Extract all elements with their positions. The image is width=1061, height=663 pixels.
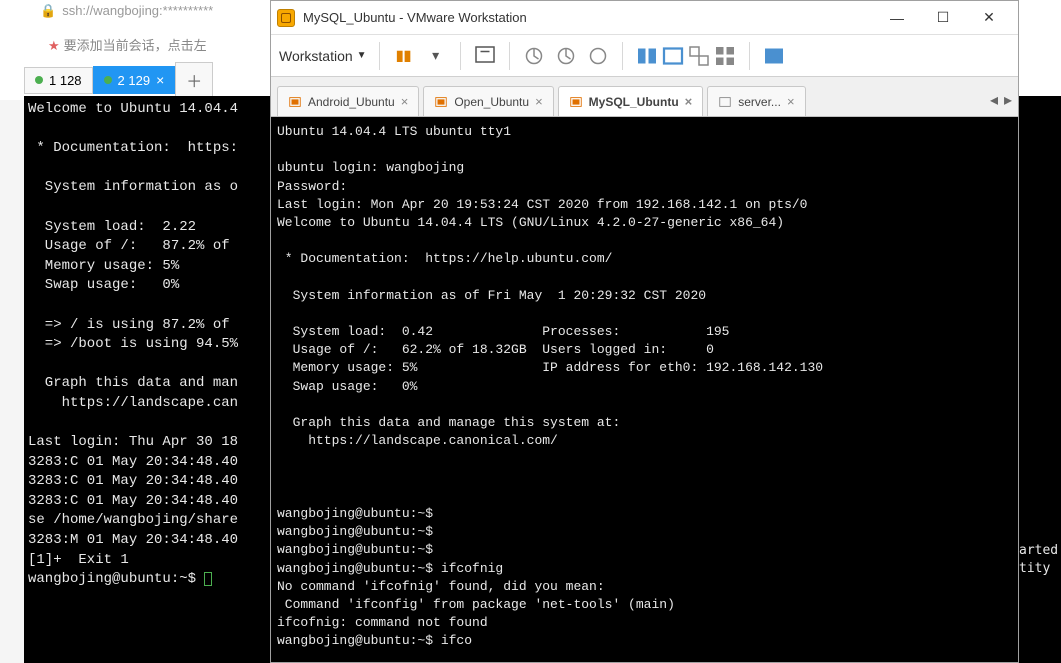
vm-tab-open[interactable]: Open_Ubuntu ×	[423, 86, 553, 116]
close-icon[interactable]: ×	[787, 94, 795, 109]
close-icon[interactable]: ×	[685, 94, 693, 109]
console-view-button[interactable]	[713, 44, 737, 68]
browser-tabs: 1 128 2 129 × ＋	[24, 62, 213, 98]
vm-terminal-content: Ubuntu 14.04.4 LTS ubuntu tty1 ubuntu lo…	[277, 124, 823, 648]
window-buttons: — ☐ ✕	[874, 3, 1012, 33]
session-note-text: 要添加当前会话，点击左	[64, 38, 207, 53]
separator	[622, 42, 623, 70]
add-tab-button[interactable]: ＋	[175, 62, 213, 98]
status-dot-icon	[104, 76, 112, 84]
vm-tab-mysql[interactable]: MySQL_Ubuntu ×	[558, 86, 704, 116]
workstation-menu[interactable]: Workstation ▼	[279, 48, 367, 64]
lock-icon: 🔒	[40, 3, 56, 18]
separator	[749, 42, 750, 70]
vmware-menubar: Workstation ▼ ▮▮ ▾	[271, 35, 1018, 77]
tab-next-button[interactable]: ▸	[1004, 90, 1012, 110]
browser-tab-2-label: 2 129	[118, 73, 151, 88]
fit-guest-button[interactable]	[635, 44, 659, 68]
maximize-button[interactable]: ☐	[920, 3, 966, 33]
close-icon[interactable]: ×	[156, 72, 164, 88]
chevron-down-icon: ▼	[357, 50, 367, 61]
vm-tab-mysql-label: MySQL_Ubuntu	[589, 95, 679, 109]
browser-tab-1-label: 1 128	[49, 73, 82, 88]
vmware-window: MySQL_Ubuntu - VMware Workstation — ☐ ✕ …	[270, 0, 1019, 663]
vmware-titlebar[interactable]: MySQL_Ubuntu - VMware Workstation — ☐ ✕	[271, 1, 1018, 35]
separator	[460, 42, 461, 70]
revert-snapshot-button[interactable]	[586, 44, 610, 68]
vm-icon	[569, 95, 583, 109]
right-terminal-strip: arted tity	[1019, 96, 1061, 663]
vm-tab-android-label: Android_Ubuntu	[308, 95, 395, 109]
vm-icon	[718, 95, 732, 109]
snapshot-button[interactable]	[522, 44, 546, 68]
browser-tab-1[interactable]: 1 128	[24, 67, 93, 94]
separator	[509, 42, 510, 70]
right-strip-content: arted tity	[1019, 543, 1058, 576]
vm-tab-android[interactable]: Android_Ubuntu ×	[277, 86, 419, 116]
minimize-button[interactable]: —	[874, 3, 920, 33]
close-button[interactable]: ✕	[966, 3, 1012, 33]
separator	[379, 42, 380, 70]
vmware-title: MySQL_Ubuntu - VMware Workstation	[303, 10, 874, 25]
bookmark-icon: ★	[48, 38, 60, 53]
play-dropdown[interactable]: ▾	[424, 44, 448, 68]
view-mode-group	[635, 44, 737, 68]
library-button[interactable]	[762, 44, 786, 68]
vm-terminal[interactable]: Ubuntu 14.04.4 LTS ubuntu tty1 ubuntu lo…	[271, 117, 1018, 662]
vm-icon	[288, 95, 302, 109]
tab-prev-button[interactable]: ◂	[990, 90, 998, 110]
address-bar: 🔒 ssh://wangbojing:**********	[40, 3, 213, 19]
vmware-app-icon	[277, 9, 295, 27]
close-icon[interactable]: ×	[401, 94, 409, 109]
vm-tab-server[interactable]: server... ×	[707, 86, 805, 116]
pause-button[interactable]: ▮▮	[392, 44, 416, 68]
vmware-tabs: Android_Ubuntu × Open_Ubuntu × MySQL_Ubu…	[271, 77, 1018, 117]
vm-tab-server-label: server...	[738, 95, 781, 109]
session-note: ★ 要添加当前会话，点击左	[48, 35, 207, 54]
left-terminal-content: Welcome to Ubuntu 14.04.4 * Documentatio…	[28, 101, 238, 587]
workstation-menu-label: Workstation	[279, 48, 353, 64]
browser-tab-2[interactable]: 2 129 ×	[93, 66, 176, 94]
snapshot-manager-button[interactable]	[554, 44, 578, 68]
unity-button[interactable]	[687, 44, 711, 68]
send-keys-button[interactable]	[473, 44, 497, 68]
cursor-icon	[204, 572, 212, 586]
vm-icon	[434, 95, 448, 109]
close-icon[interactable]: ×	[535, 94, 543, 109]
status-dot-icon	[35, 76, 43, 84]
fullscreen-button[interactable]	[661, 44, 685, 68]
vm-tab-open-label: Open_Ubuntu	[454, 95, 529, 109]
address-text: ssh://wangbojing:**********	[62, 3, 213, 18]
tab-nav: ◂ ▸	[990, 90, 1012, 116]
